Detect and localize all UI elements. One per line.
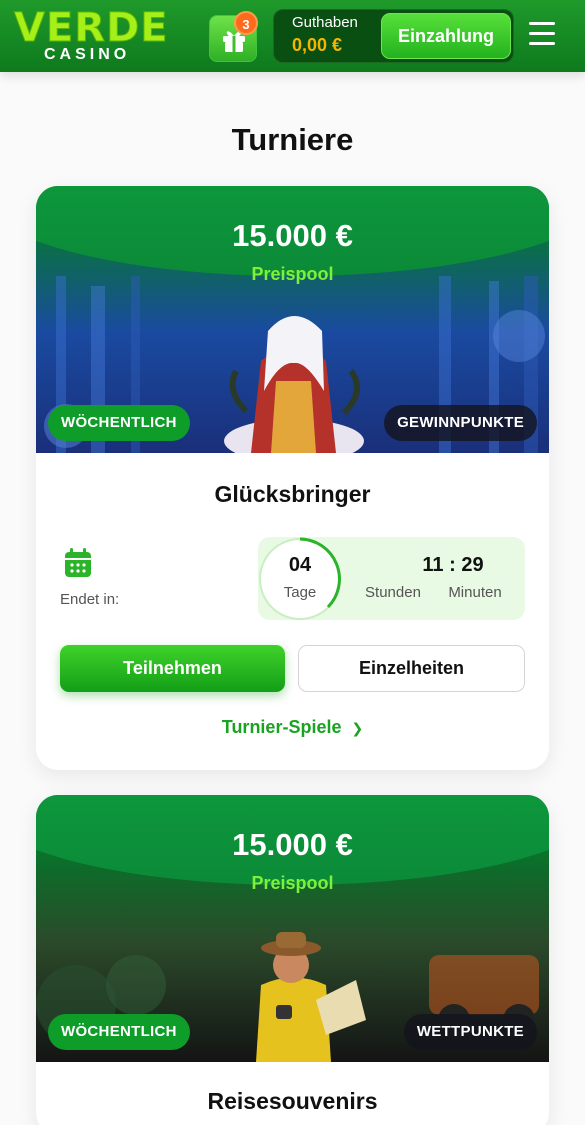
balance-panel: Guthaben 0,00 € Einzahlung [273,9,514,63]
prize-amount: 15.000 € [232,218,353,253]
frequency-tag: WÖCHENTLICH [48,405,190,441]
tournament-card: 15.000 € Preispool WÖCHENTLICH WETTPUNKT… [36,795,549,1125]
tournament-character-art [224,316,364,453]
top-header: VERDE CASINO 3 Guthaben 0,00 € Einzahlun… [0,0,585,72]
prize-amount: 15.000 € [232,827,353,862]
ends-in-label: Endet in: [60,591,120,608]
prize-label: Preispool [251,873,334,893]
countdown-hours-label: Stunden [365,584,421,601]
hamburger-menu-icon[interactable] [529,22,557,48]
prize-label: Preispool [251,264,334,284]
gift-count-badge: 3 [234,11,258,35]
countdown-days: 04 [288,554,312,576]
countdown-days-label: Tage [283,584,317,601]
logo-wordmark: VERDE [14,5,169,51]
tournament-title: Reisesouvenirs [207,1088,378,1114]
logo-subtext: CASINO [44,46,131,63]
chevron-down-icon: ❯ [351,719,364,736]
countdown-time: 11 : 29 [422,554,484,576]
tournament-games-label: Turnier-Spiele [221,717,342,737]
verde-casino-logo[interactable]: VERDE CASINO [14,8,169,64]
countdown-minutes-label: Minuten [448,584,502,601]
countdown-panel: 04 Tage 11 : 29 Stunden Minuten [258,537,525,620]
tournament-games-toggle[interactable]: Turnier-Spiele ❯ [36,717,549,738]
calendar-icon [65,548,91,577]
deposit-button[interactable]: Einzahlung [381,13,511,59]
tournament-title: Glücksbringer [214,481,371,507]
balance-label: Guthaben [292,14,358,31]
details-button[interactable]: Einzelheiten [298,645,525,692]
join-button[interactable]: Teilnehmen [60,645,285,692]
balance-value: 0,00 € [292,35,343,55]
days-progress-ring [259,537,341,620]
tournament-banner[interactable]: 15.000 € Preispool WÖCHENTLICH WETTPUNKT… [36,795,549,1062]
frequency-tag: WÖCHENTLICH [48,1014,190,1050]
tournament-banner[interactable]: 15.000 € Preispool WÖCHENTLICH GEWINNPUN… [36,186,549,453]
tournament-character-art [256,932,366,1062]
scoring-tag: WETTPUNKTE [403,1014,537,1050]
scoring-tag: GEWINNPUNKTE [384,405,537,441]
page-title: Turniere [231,122,354,157]
tournament-card: 15.000 € Preispool WÖCHENTLICH GEWINNPUN… [36,186,549,770]
